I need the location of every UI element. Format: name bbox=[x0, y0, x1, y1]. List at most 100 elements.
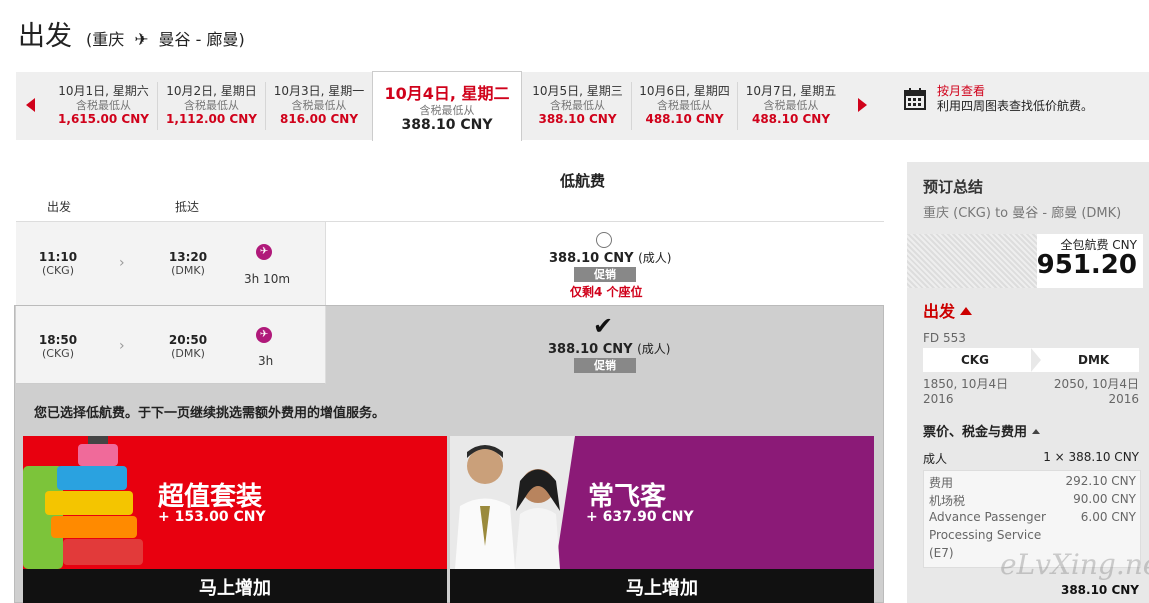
depart-label: 出发 bbox=[923, 302, 956, 321]
upsell-title: 超值套装 bbox=[158, 482, 263, 512]
fee-label: 费用 bbox=[929, 476, 954, 490]
duration: 3h 10m bbox=[244, 272, 291, 286]
monthly-view-desc: 利用四周图表查找低价航费。 bbox=[937, 99, 1094, 113]
date-label: 10月6日, 星期四 bbox=[639, 84, 730, 98]
date-sub: 含税最低从 bbox=[291, 99, 347, 112]
leg-arrow-icon bbox=[1031, 348, 1041, 372]
add-value-pack-button[interactable]: 马上增加 bbox=[23, 569, 447, 603]
fee-label: 机场税 bbox=[929, 494, 966, 508]
arr-code: (DMK) bbox=[171, 347, 205, 360]
leg-from: CKG bbox=[961, 353, 989, 367]
fare-amount: 388.10 CNY bbox=[548, 342, 633, 357]
flight-row[interactable]: 11:10 (CKG) › 13:20 (DMK) ✈ 3h 10m 388.1… bbox=[16, 222, 884, 306]
dep-time: 11:10 bbox=[38, 250, 78, 264]
date-label: 10月1日, 星期六 bbox=[58, 84, 149, 98]
prev-dates-arrow-icon[interactable] bbox=[26, 98, 35, 112]
fee-value: 292.10 CNY bbox=[1065, 474, 1137, 488]
summary-title: 预订总结 bbox=[923, 178, 984, 196]
date-option[interactable]: 10月5日, 星期三 含税最低从 388.10 CNY bbox=[524, 82, 632, 130]
adult-label: 成人 bbox=[923, 452, 948, 466]
chevron-right-icon: › bbox=[119, 255, 125, 271]
date-option[interactable]: 10月7日, 星期五 含税最低从 488.10 CNY bbox=[738, 82, 844, 130]
fare-price: 388.10 CNY (成人) bbox=[548, 340, 670, 357]
depart-toggle[interactable]: 出发 bbox=[923, 298, 973, 322]
price-section-label: 票价、税金与费用 bbox=[923, 425, 1028, 440]
dep-year: 2016 bbox=[923, 392, 954, 406]
upsell-value-pack[interactable]: 超值套装 + 153.00 CNY 马上增加 bbox=[23, 436, 447, 603]
date-label: 10月7日, 星期五 bbox=[745, 84, 837, 98]
date-price: 1,615.00 CNY bbox=[58, 112, 149, 126]
subtotal: 388.10 CNY bbox=[1060, 583, 1139, 597]
airline-icon[interactable]: ✈ bbox=[256, 327, 272, 343]
watermark: eLvXing.net bbox=[1000, 548, 1149, 581]
date-price: 488.10 CNY bbox=[751, 112, 831, 126]
page-header: 出发 (重庆 ✈ 曼谷 - 廊曼) bbox=[18, 14, 245, 53]
dep-datetime: 1850, 10月4日 bbox=[923, 377, 1009, 391]
date-option[interactable]: 10月6日, 星期四 含税最低从 488.10 CNY bbox=[632, 82, 738, 130]
flight-number: FD 553 bbox=[923, 331, 966, 345]
date-sub: 含税最低从 bbox=[550, 99, 605, 112]
adult-value: 1 × 388.10 CNY bbox=[1043, 450, 1139, 464]
date-sub: 含税最低从 bbox=[763, 99, 819, 112]
date-label: 10月4日, 星期二 bbox=[384, 84, 510, 103]
date-option[interactable]: 10月1日, 星期六 含税最低从 1,615.00 CNY bbox=[50, 82, 158, 130]
date-sub: 含税最低从 bbox=[184, 99, 239, 112]
fare-pax: (成人) bbox=[637, 342, 671, 356]
fare-price: 388.10 CNY (成人) bbox=[549, 249, 671, 266]
next-dates-arrow-icon[interactable] bbox=[858, 98, 867, 112]
date-option[interactable]: 10月3日, 星期一 含税最低从 816.00 CNY bbox=[266, 82, 372, 130]
promo-badge: 促销 bbox=[574, 267, 636, 282]
fare-amount: 388.10 CNY bbox=[549, 251, 634, 266]
fee-value: 6.00 CNY bbox=[1080, 510, 1136, 524]
date-price: 1,112.00 CNY bbox=[166, 112, 257, 126]
date-sub: 含税最低从 bbox=[76, 99, 131, 112]
price-section-toggle[interactable]: 票价、税金与费用 bbox=[923, 421, 1041, 440]
summary-route: 重庆 (CKG) to 曼谷 - 廊曼 (DMK) bbox=[923, 206, 1122, 221]
airline-icon[interactable]: ✈ bbox=[256, 244, 272, 260]
upsell-banner: 常飞客 + 637.90 CNY bbox=[450, 436, 874, 569]
page-title: 出发 bbox=[18, 21, 72, 52]
fee-label: Advance Passenger bbox=[929, 510, 1046, 524]
total-value: 951.20 bbox=[1036, 250, 1137, 280]
date-label: 10月5日, 星期三 bbox=[532, 84, 623, 98]
promo-badge: 促销 bbox=[574, 358, 636, 373]
leg-to: DMK bbox=[1078, 353, 1110, 367]
arr-time: 13:20 bbox=[168, 250, 208, 264]
date-price: 388.10 CNY bbox=[401, 117, 493, 133]
date-sub: 含税最低从 bbox=[419, 104, 475, 117]
upsell-title: 常飞客 bbox=[588, 482, 667, 512]
fare-radio[interactable] bbox=[596, 232, 612, 248]
add-frequent-flyer-button[interactable]: 马上增加 bbox=[450, 569, 874, 603]
flight-info: 18:50 (CKG) › 20:50 (DMK) ✈ 3h bbox=[16, 306, 326, 384]
checkmark-icon[interactable]: ✔ bbox=[593, 312, 613, 340]
route-summary: (重庆 ✈ 曼谷 - 廊曼) bbox=[86, 26, 245, 50]
fare-column-title: 低航费 bbox=[560, 172, 606, 190]
flight-info: 11:10 (CKG) › 13:20 (DMK) ✈ 3h 10m bbox=[16, 222, 326, 306]
date-option[interactable]: 10月2日, 星期日 含税最低从 1,112.00 CNY bbox=[158, 82, 266, 130]
date-price: 816.00 CNY bbox=[279, 112, 359, 126]
col-depart-header: 出发 bbox=[47, 200, 72, 214]
caret-up-icon bbox=[1032, 429, 1041, 434]
luggage-icon bbox=[23, 436, 143, 569]
upsell-frequent-flyer[interactable]: 常飞客 + 637.90 CNY 马上增加 bbox=[450, 436, 874, 603]
date-option-selected[interactable]: 10月4日, 星期二 含税最低从 388.10 CNY bbox=[372, 71, 522, 141]
hatch-pattern bbox=[907, 234, 1037, 288]
col-arrive-header: 抵达 bbox=[175, 200, 200, 214]
fee-label: Processing Service bbox=[929, 528, 1042, 542]
dep-code: (CKG) bbox=[41, 264, 74, 277]
dep-time: 18:50 bbox=[38, 333, 78, 347]
flight-row-selected[interactable]: 18:50 (CKG) › 20:50 (DMK) ✈ 3h ✔ 388.10 … bbox=[16, 306, 884, 384]
arr-code: (DMK) bbox=[171, 264, 205, 277]
route-destination: 曼谷 - 廊曼) bbox=[158, 30, 245, 49]
caret-up-icon bbox=[960, 307, 973, 315]
date-price: 488.10 CNY bbox=[645, 112, 724, 126]
chevron-right-icon: › bbox=[119, 338, 125, 354]
arr-time: 20:50 bbox=[168, 333, 208, 347]
total-fare-box: 全包航费 CNY 951.20 bbox=[907, 234, 1143, 288]
upsell-amount: + 637.90 CNY bbox=[586, 509, 694, 525]
date-label: 10月3日, 星期一 bbox=[273, 84, 365, 98]
duration: 3h bbox=[258, 354, 274, 368]
seats-left: 仅剩4 个座位 bbox=[570, 285, 643, 299]
route-origin: (重庆 bbox=[86, 30, 125, 49]
date-price: 388.10 CNY bbox=[538, 112, 617, 126]
